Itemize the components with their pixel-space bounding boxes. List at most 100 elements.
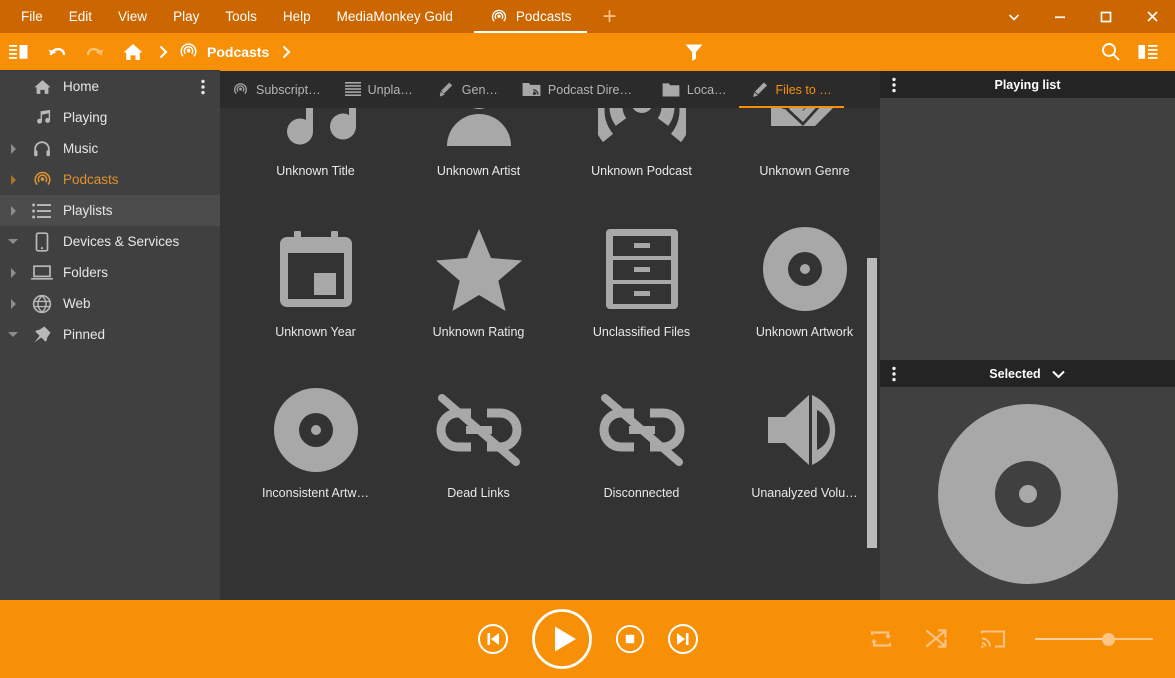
cast-icon[interactable]: [979, 627, 1007, 651]
grid-item[interactable]: Unknown Artwork: [723, 207, 880, 368]
grid-item-caption: Inconsistent Artw…: [262, 486, 369, 500]
maximize-icon[interactable]: [1083, 0, 1129, 33]
selected-header[interactable]: Selected: [880, 360, 1175, 387]
selected-artwork-panel[interactable]: [880, 387, 1175, 600]
disc-art-icon: [268, 382, 364, 478]
menu-edit[interactable]: Edit: [56, 0, 105, 33]
sidebar-item-home[interactable]: Home: [0, 71, 220, 102]
tab-subscriptions[interactable]: Subscript…: [220, 71, 333, 108]
podcast-icon: [232, 81, 249, 98]
menu-tools[interactable]: Tools: [212, 0, 270, 33]
sidebar-home-more-icon[interactable]: [194, 71, 212, 102]
tab-location[interactable]: Loca…: [650, 71, 739, 108]
grid-item[interactable]: Unknown Rating: [397, 207, 560, 368]
grid-item[interactable]: Unknown Artist: [397, 108, 560, 207]
minimize-icon[interactable]: [1037, 0, 1083, 33]
playing-list-body[interactable]: [880, 98, 1175, 360]
home-icon[interactable]: [114, 33, 152, 70]
chevron-right-icon[interactable]: [0, 298, 26, 309]
sidebar-item-web[interactable]: Web: [0, 288, 220, 319]
tab-genres[interactable]: Gen…: [425, 71, 510, 108]
layout-toggle-icon[interactable]: [1129, 33, 1167, 70]
chevron-down-icon[interactable]: [0, 238, 26, 245]
next-track-button[interactable]: [667, 623, 699, 655]
menu-play[interactable]: Play: [160, 0, 212, 33]
podcast-icon: [490, 8, 508, 26]
broken-link-art-icon: [594, 382, 690, 478]
panel-toggle-icon[interactable]: [0, 33, 38, 70]
grid-item[interactable]: Unknown Genre: [723, 108, 880, 207]
grid-item[interactable]: Unclassified Files: [560, 207, 723, 368]
disc-art-icon: [757, 221, 853, 317]
search-icon[interactable]: [1091, 33, 1129, 70]
breadcrumb-podcasts[interactable]: Podcasts: [174, 33, 275, 70]
sidebar-item-label: Playing: [63, 110, 108, 125]
grid-item-caption: Unknown Podcast: [591, 164, 692, 178]
grid-item[interactable]: Disconnected: [560, 368, 723, 529]
chevron-right-icon[interactable]: [0, 205, 26, 216]
menu-view[interactable]: View: [105, 0, 160, 33]
menu-file[interactable]: File: [8, 0, 56, 33]
playing-list-title: Playing list: [994, 77, 1061, 92]
sidebar-item-label: Folders: [63, 265, 109, 280]
volume-knob[interactable]: [1101, 632, 1115, 646]
content-scrollbar[interactable]: [865, 146, 879, 600]
previous-track-button[interactable]: [477, 623, 509, 655]
artist-art-icon: [431, 108, 527, 156]
chevron-right-icon[interactable]: [0, 143, 26, 154]
tab-unplayed[interactable]: Unpla…: [333, 71, 425, 108]
shuffle-icon[interactable]: [923, 626, 951, 652]
content-tabbar: Subscript… Unpla… Gen… Podcast Direct… L…: [220, 70, 880, 108]
vinyl-disc-placeholder-icon: [937, 403, 1119, 585]
titlebar-spacer: [631, 0, 991, 33]
player-right-controls: [867, 626, 1153, 652]
scrollbar-thumb[interactable]: [867, 258, 877, 548]
tab-podcast-directories[interactable]: Podcast Direct…: [510, 71, 650, 108]
breadcrumb-next-icon[interactable]: [275, 45, 297, 59]
sidebar-item-playing[interactable]: Playing: [0, 102, 220, 133]
chevron-right-icon[interactable]: [0, 267, 26, 278]
grid-item[interactable]: Dead Links: [397, 368, 560, 529]
chevron-down-icon[interactable]: [991, 0, 1037, 33]
sidebar-item-label: Playlists: [63, 203, 113, 218]
tab-files-to-edit[interactable]: Files to …: [738, 71, 845, 108]
grid-item[interactable]: Inconsistent Artw…: [234, 368, 397, 529]
filter-icon[interactable]: [664, 41, 724, 63]
chevron-down-icon[interactable]: [1051, 369, 1066, 379]
selected-more-icon[interactable]: [892, 360, 896, 387]
sidebar-item-pinned[interactable]: Pinned: [0, 319, 220, 350]
play-button[interactable]: [531, 608, 593, 670]
chevron-right-icon[interactable]: [0, 174, 26, 185]
headphones-icon: [26, 139, 58, 159]
window-tab-podcasts[interactable]: Podcasts: [473, 0, 588, 33]
podcast-icon: [178, 41, 199, 62]
note-icon: [26, 108, 58, 127]
playing-list-header: Playing list: [880, 71, 1175, 98]
tab-label: Subscript…: [256, 82, 321, 97]
redo-icon[interactable]: [76, 33, 114, 70]
window-tabstrip: Podcasts +: [473, 0, 632, 33]
sidebar-item-folders[interactable]: Folders: [0, 257, 220, 288]
new-tab-button[interactable]: +: [587, 0, 631, 33]
pencil-icon: [751, 81, 769, 99]
undo-icon[interactable]: [38, 33, 76, 70]
sidebar-item-playlists[interactable]: Playlists: [0, 195, 220, 226]
grid-item[interactable]: Unanalyzed Volu…: [723, 368, 880, 529]
star-art-icon: [431, 221, 527, 317]
close-icon[interactable]: [1129, 0, 1175, 33]
chevron-down-icon[interactable]: [0, 331, 26, 338]
sidebar-item-music[interactable]: Music: [0, 133, 220, 164]
sidebar-item-devices-and-services[interactable]: Devices & Services: [0, 226, 220, 257]
stop-button[interactable]: [615, 624, 645, 654]
grid-item[interactable]: Unknown Title: [234, 108, 397, 207]
grid-item[interactable]: Unknown Podcast: [560, 108, 723, 207]
playing-list-more-icon[interactable]: [892, 71, 896, 98]
repeat-icon[interactable]: [867, 626, 895, 652]
menu-mediamonkey-gold[interactable]: MediaMonkey Gold: [324, 0, 466, 33]
volume-slider[interactable]: [1035, 629, 1153, 649]
menu-help[interactable]: Help: [270, 0, 324, 33]
sidebar-item-podcasts[interactable]: Podcasts: [0, 164, 220, 195]
grid-item[interactable]: Unknown Year: [234, 207, 397, 368]
tab-label: Files to …: [775, 82, 832, 97]
laptop-icon: [26, 264, 58, 281]
